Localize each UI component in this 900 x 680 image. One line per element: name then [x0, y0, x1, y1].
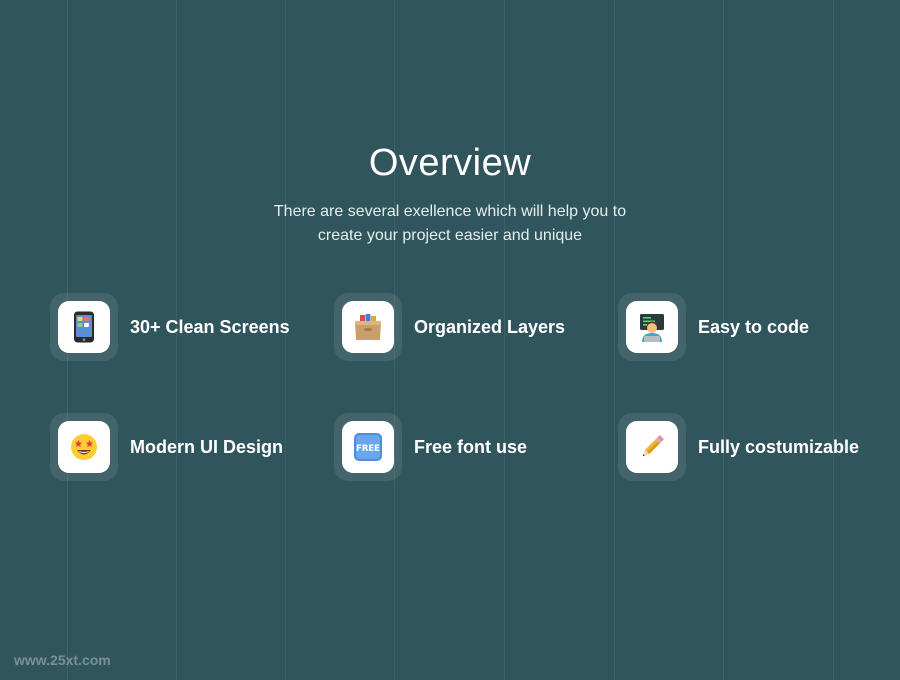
feature-free-font: FREE Free font use	[334, 413, 594, 481]
feature-icon-tile	[50, 293, 118, 361]
svg-text:FREE: FREE	[356, 444, 380, 454]
feature-icon-tile	[618, 293, 686, 361]
technologist-icon	[626, 301, 678, 353]
page-title: Overview	[368, 142, 532, 184]
feature-icon-tile	[618, 413, 686, 481]
feature-easy-to-code: Easy to code	[618, 293, 878, 361]
feature-organized-layers: Organized Layers	[334, 293, 594, 361]
feature-label: Easy to code	[698, 316, 810, 337]
mobile-phone-icon	[58, 301, 110, 353]
feature-label: 30+ Clean Screens	[130, 316, 290, 337]
feature-modern-ui: Modern UI Design	[50, 413, 310, 481]
page-subtitle: There are several exellence which will h…	[0, 200, 900, 248]
feature-icon-tile	[50, 413, 118, 481]
feature-fully-customizable: Fully costumizable	[618, 413, 878, 481]
subtitle-line-1: There are several exellence which will h…	[273, 203, 627, 220]
card-file-box-icon	[342, 301, 394, 353]
subtitle-line-2: create your project easier and unique	[317, 227, 583, 244]
feature-label: Free font use	[414, 436, 528, 457]
feature-icon-tile	[334, 293, 402, 361]
free-button-icon: FREE	[342, 421, 394, 473]
star-struck-face-icon	[58, 421, 110, 473]
pencil-icon	[626, 421, 678, 473]
feature-icon-tile: FREE	[334, 413, 402, 481]
feature-clean-screens: 30+ Clean Screens	[50, 293, 310, 361]
feature-label: Modern UI Design	[130, 436, 284, 457]
feature-label: Organized Layers	[414, 316, 566, 337]
watermark: www.25xt.com	[14, 652, 111, 668]
feature-label: Fully costumizable	[698, 436, 860, 457]
features-grid: 30+ Clean Screens Organized Layers Easy …	[50, 293, 870, 483]
